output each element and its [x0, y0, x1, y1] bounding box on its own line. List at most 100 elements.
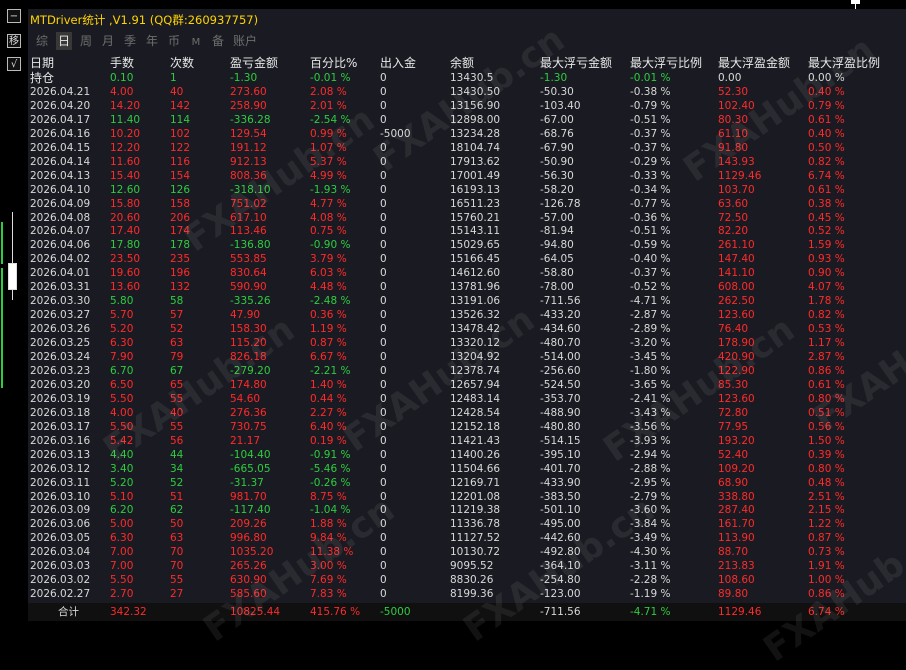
- cell-max-loss: -401.70: [540, 462, 581, 475]
- cell-max-profit: 420.90: [718, 351, 755, 363]
- col-header-pct[interactable]: 百分比%: [310, 56, 357, 70]
- cell-io: 0: [380, 476, 387, 489]
- cell-io: 0: [380, 309, 387, 322]
- cell-max-profit-pct: 0.73 %: [808, 546, 845, 559]
- table-row: 2026.03.19 5.50 55 54.60 0.44 % 0 12483.14 -353…: [28, 392, 906, 406]
- cell-lots: 5.42: [110, 434, 134, 447]
- cell-balance: 15166.45: [450, 253, 501, 266]
- cell-max-loss-pct: -3.93 %: [630, 434, 671, 447]
- cell-max-profit: 262.50: [718, 295, 755, 308]
- check-button[interactable]: √: [7, 57, 21, 71]
- cell-count: 52: [170, 476, 184, 489]
- col-header-max-profit-pct[interactable]: 最大浮盈比例: [808, 56, 880, 70]
- tab-5[interactable]: 年: [144, 32, 160, 50]
- cell-pnl: 630.90: [230, 574, 267, 587]
- minimize-button[interactable]: −: [7, 9, 21, 23]
- cell-max-loss-pct: -1.80 %: [630, 364, 671, 377]
- cell-pct: -2.54 %: [310, 113, 351, 126]
- table-row: 2026.03.30 5.80 58 -335.26 -2.48 % 0 13191.06 -…: [28, 294, 906, 308]
- tab-4[interactable]: 季: [122, 32, 138, 50]
- cell-max-loss-pct: -0.40 %: [630, 253, 671, 266]
- cell-lots: 0.10: [110, 72, 134, 84]
- cell-max-loss-pct: -2.95 %: [630, 476, 671, 489]
- total-io: -5000: [380, 606, 411, 618]
- cell-max-loss-pct: -2.89 %: [630, 323, 671, 336]
- cell-io: 0: [380, 239, 387, 252]
- cell-pnl: 265.26: [230, 560, 267, 573]
- cell-max-loss-pct: -3.49 %: [630, 532, 671, 545]
- cell-max-loss-pct: -3.65 %: [630, 378, 671, 391]
- tab-8[interactable]: 备: [210, 32, 226, 50]
- cell-max-loss: -57.00: [540, 211, 574, 224]
- move-button[interactable]: 移: [7, 34, 21, 48]
- cell-pct: 2.01 %: [310, 99, 347, 112]
- cell-balance: 16193.13: [450, 183, 501, 196]
- col-header-lots[interactable]: 手数: [110, 56, 134, 70]
- cell-pct: 3.00 %: [310, 560, 347, 573]
- cell-pnl: 617.10: [230, 211, 267, 224]
- cell-max-loss: -68.76: [540, 127, 574, 140]
- cell-pct: 7.69 %: [310, 574, 347, 587]
- cell-pct: -2.21 %: [310, 364, 351, 377]
- tab-0[interactable]: 综: [34, 32, 50, 50]
- col-header-date[interactable]: 日期: [30, 56, 54, 70]
- cell-pnl: 808.36: [230, 169, 267, 182]
- col-header-max-loss[interactable]: 最大浮亏金额: [540, 56, 612, 70]
- cell-balance: 13204.92: [450, 351, 501, 363]
- table-row: 2026.03.10 5.10 51 981.70 8.75 % 0 12201.08 -38…: [28, 490, 906, 504]
- cell-io: 0: [380, 378, 387, 391]
- cell-balance: 15029.65: [450, 239, 501, 252]
- tab-2[interactable]: 周: [78, 32, 94, 50]
- table-row: 2026.04.21 4.00 40 273.60 2.08 % 0 13430.50 -50…: [28, 85, 906, 99]
- stats-panel: MTDriver统计 ,V1.91 (QQ群:260937757) 综日周月季年…: [28, 9, 906, 670]
- col-header-count[interactable]: 次数: [170, 56, 194, 70]
- cell-count: 62: [170, 504, 184, 517]
- col-header-max-profit[interactable]: 最大浮盈金额: [718, 56, 790, 70]
- col-header-io[interactable]: 出入金: [380, 56, 416, 70]
- cell-balance: 13526.32: [450, 309, 501, 322]
- cell-lots: 20.60: [110, 211, 141, 224]
- cell-count: 27: [170, 588, 184, 601]
- col-header-balance[interactable]: 余额: [450, 56, 474, 70]
- cell-balance: 12201.08: [450, 490, 501, 503]
- table-row: 2026.04.16 10.20 102 129.54 0.99 % -5000 13234…: [28, 127, 906, 141]
- tab-7[interactable]: M: [188, 34, 204, 52]
- cell-balance: 12898.00: [450, 113, 501, 126]
- tab-3[interactable]: 月: [100, 32, 116, 50]
- cell-pct: 2.08 %: [310, 85, 347, 98]
- cell-date: 2026.04.02: [30, 253, 91, 266]
- cell-lots: 3.40: [110, 462, 134, 475]
- cell-max-loss-pct: -0.38 %: [630, 85, 671, 98]
- total-pct: 415.76 %: [310, 606, 361, 618]
- table-row: 2026.03.06 5.00 50 209.26 1.88 % 0 11336.78 -49…: [28, 517, 906, 531]
- cell-max-loss-pct: -3.43 %: [630, 406, 671, 419]
- cell-date: 2026.04.01: [30, 267, 91, 280]
- cell-max-loss-pct: -3.20 %: [630, 337, 671, 350]
- col-header-max-loss-pct[interactable]: 最大浮亏比例: [630, 56, 702, 70]
- cell-max-loss: -395.10: [540, 448, 581, 461]
- cell-max-loss-pct: -0.37 %: [630, 141, 671, 154]
- cell-date: 2026.03.26: [30, 323, 91, 336]
- cell-max-loss: -126.78: [540, 197, 581, 210]
- cell-balance: 13191.06: [450, 295, 501, 308]
- cell-pct: 3.79 %: [310, 253, 347, 266]
- cell-max-loss: -442.60: [540, 532, 581, 545]
- cell-date: 2026.03.31: [30, 281, 91, 294]
- cell-max-profit-pct: 0.80 %: [808, 462, 845, 475]
- total-max-profit: 1129.46: [718, 606, 762, 618]
- cell-lots: 17.40: [110, 225, 141, 238]
- cell-max-profit-pct: 1.91 %: [808, 560, 845, 573]
- cell-date: 2026.03.03: [30, 560, 91, 573]
- cell-lots: 17.80: [110, 239, 141, 252]
- col-header-pnl[interactable]: 盈亏金额: [230, 56, 278, 70]
- cell-pnl: 273.60: [230, 85, 267, 98]
- cell-count: 116: [170, 155, 191, 168]
- tab-9[interactable]: 账户: [232, 32, 258, 50]
- cell-balance: 8199.36: [450, 588, 494, 601]
- tab-1[interactable]: 日: [56, 32, 72, 50]
- cell-max-loss: -67.90: [540, 141, 574, 154]
- cell-balance: 15760.21: [450, 211, 501, 224]
- cell-max-loss-pct: -0.77 %: [630, 197, 671, 210]
- tab-6[interactable]: 币: [166, 32, 182, 50]
- cell-max-loss: -56.30: [540, 169, 574, 182]
